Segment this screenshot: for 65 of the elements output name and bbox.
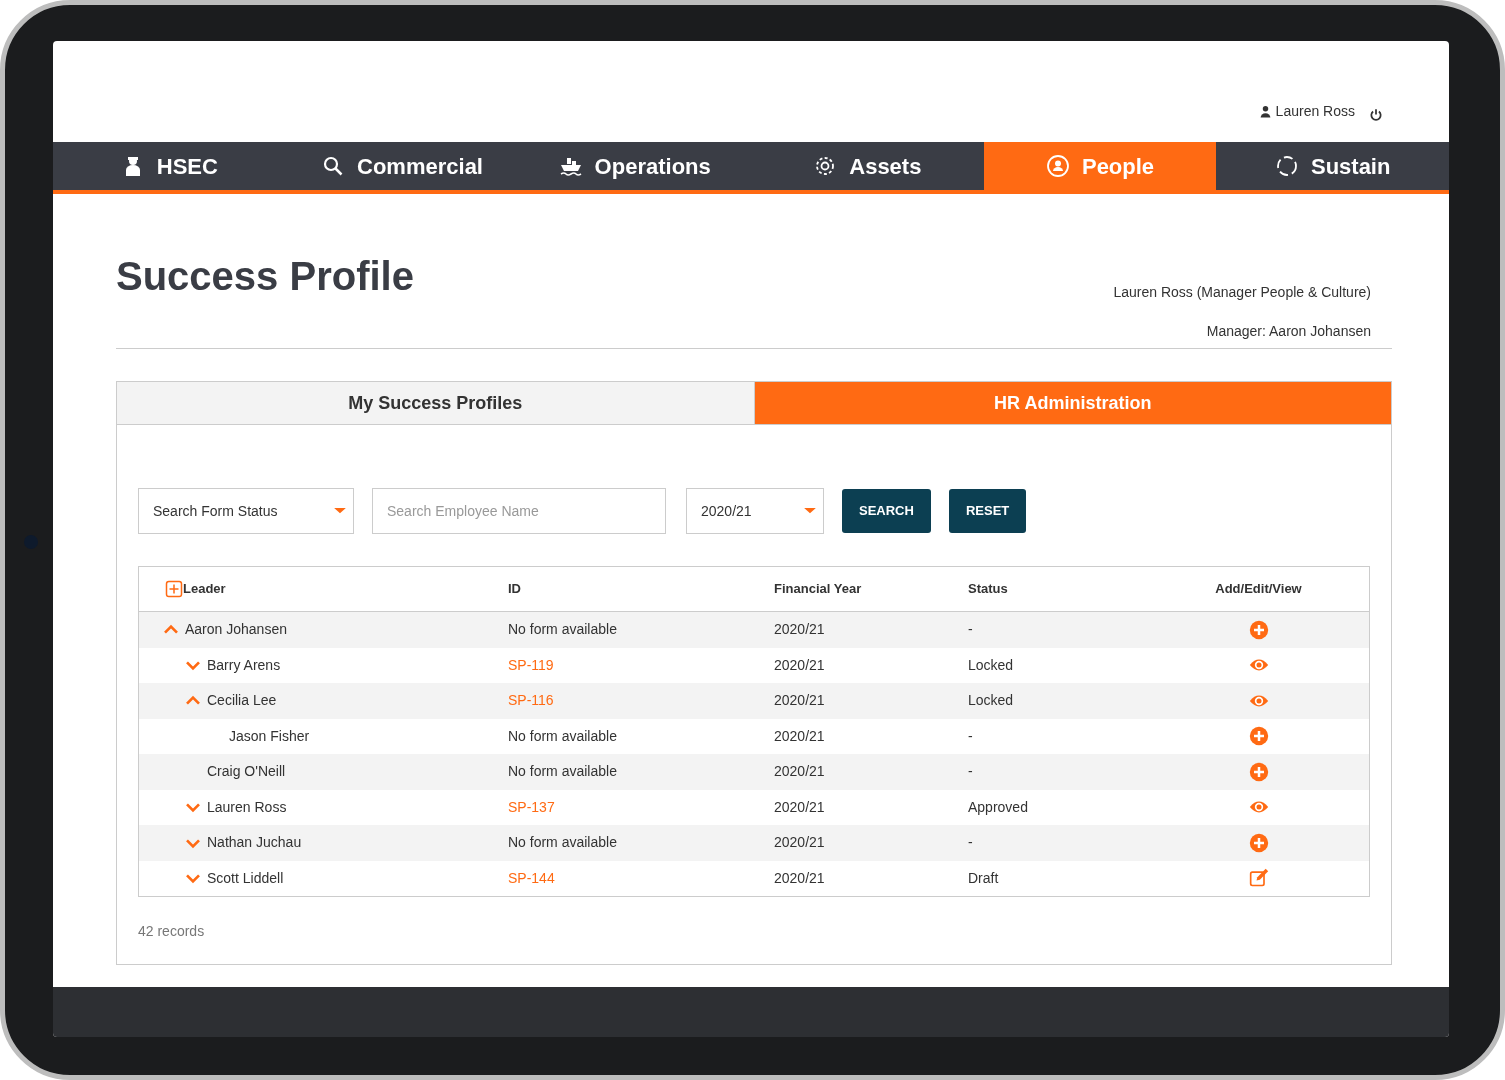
power-button[interactable] [1369,108,1383,122]
status-text: - [968,763,973,780]
leader-name: Cecilia Lee [207,691,277,711]
status-text: Draft [968,869,999,886]
column-header: ID [508,580,522,599]
status-text: Locked [968,656,1014,673]
year-text: 2020/21 [774,727,825,744]
nav-tab[interactable]: Operations [518,142,751,190]
add-button[interactable] [1248,619,1269,640]
status-text: - [968,727,973,744]
year-text: 2020/21 [774,763,825,780]
year-text: 2020/21 [774,621,825,638]
year-text: 2020/21 [774,798,825,815]
nav-tab[interactable]: Sustain [1216,142,1449,190]
no-form-text: No form available [508,763,617,780]
year-text: 2020/21 [774,834,825,851]
employee-search-field[interactable]: Search Employee Name [372,488,666,534]
column-header: Leader [183,580,226,599]
nav-tab[interactable]: Commercial [285,142,519,190]
user-icon [1045,154,1070,178]
leader-name: Craig O'Neill [207,762,286,782]
power-icon [1369,108,1383,122]
nav-tab[interactable]: HSEC [53,142,286,190]
plus-circle-icon [1248,619,1269,640]
year-text: 2020/21 [774,692,825,709]
plus-circle-icon [1248,726,1269,747]
column-header: Financial Year [774,580,863,599]
leader-name: Nathan Juchau [207,833,302,853]
column-header: Add/Edit/View [1214,580,1303,599]
add-button[interactable] [1248,726,1269,747]
plus-circle-icon [1248,761,1269,782]
plus-circle-icon [1248,832,1269,853]
status-text: - [968,621,973,638]
no-form-text: No form available [508,727,617,744]
leader-name: Barry Arens [207,655,281,675]
user-role: Lauren Ross (Manager People & Culture) [1113,283,1371,302]
column-header: Status [968,580,1009,599]
add-button[interactable] [1248,761,1269,782]
nav-tab[interactable]: Assets [751,142,984,190]
status-text: Approved [968,798,1028,815]
year-dropdown[interactable]: 2020/21 [686,488,824,534]
edit-icon [1247,868,1270,889]
status-dropdown[interactable]: Search Form Status [138,488,354,534]
user-icon [1258,105,1272,118]
tab[interactable]: My Success Profiles [117,382,755,425]
status-text: Locked [968,692,1014,709]
leader-name: Aaron Johansen [185,620,287,640]
expand-all-icon [165,580,183,598]
manager-text: Manager: Aaron Johansen [1205,322,1371,341]
user-name[interactable]: Lauren Ross [1275,101,1355,122]
reset-button[interactable]: RESET [948,489,1027,533]
year-text: 2020/21 [774,869,825,886]
add-button[interactable] [1248,832,1269,853]
leader-name: Jason Fisher [229,726,310,746]
no-form-text: No form available [508,621,617,638]
record-count: 42 records [137,922,206,941]
no-form-text: No form available [508,834,617,851]
edit-button[interactable] [1247,868,1270,889]
leader-name: Lauren Ross [207,797,287,817]
page-title: Success Profile [116,253,414,300]
search-button[interactable]: SEARCH [842,489,931,533]
status-text: - [968,834,973,851]
year-text: 2020/21 [774,656,825,673]
leader-name: Scott Liddell [207,868,284,888]
cycle-icon [1274,154,1299,178]
